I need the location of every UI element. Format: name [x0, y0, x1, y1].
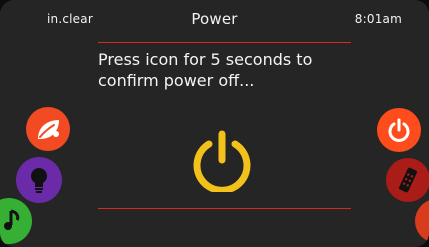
power-icon: [193, 130, 251, 192]
light-button[interactable]: [16, 157, 62, 203]
power-icon: [388, 118, 410, 142]
leaf-icon: [38, 120, 59, 139]
power-off-message: Press icon for 5 seconds to confirm powe…: [98, 50, 313, 90]
spa-control-screen: in.clear Power 8:01am Press icon for 5 s…: [0, 0, 429, 247]
top-divider: [98, 42, 351, 43]
remote-button[interactable]: [386, 158, 429, 202]
extra-button[interactable]: [415, 199, 429, 243]
clock-time: 8:01am: [354, 12, 402, 26]
bottom-divider: [98, 208, 351, 209]
music-button[interactable]: [0, 198, 32, 244]
leaf-button[interactable]: [26, 107, 70, 151]
music-note-icon: [4, 209, 20, 230]
power-off-button[interactable]: [190, 128, 254, 192]
remote-control-icon: [399, 167, 417, 193]
light-bulb-icon: [31, 168, 47, 193]
power-menu-button[interactable]: [377, 108, 421, 152]
